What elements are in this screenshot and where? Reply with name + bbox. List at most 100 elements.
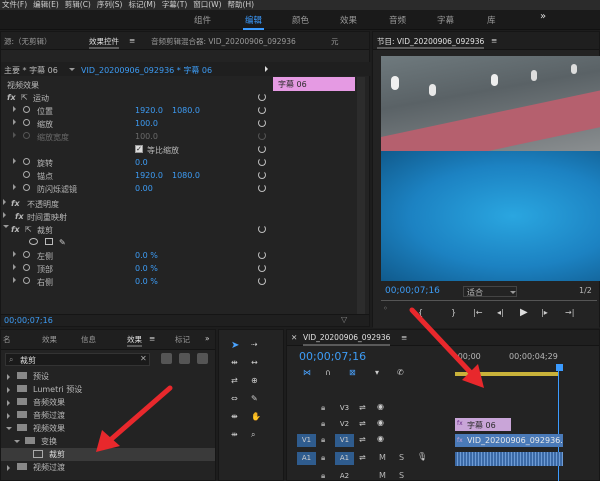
workspace-audio[interactable]: 音频: [389, 14, 406, 26]
zoom-tool-icon[interactable]: ⌕: [251, 430, 255, 440]
reset-icon[interactable]: [258, 158, 266, 166]
rotation-row[interactable]: 旋转 0.0: [1, 156, 271, 169]
add-marker-icon[interactable]: ⊠: [349, 368, 356, 377]
time-remap-row[interactable]: fx 时间重映射: [1, 210, 271, 223]
hand-tool-icon[interactable]: ✋: [251, 412, 261, 421]
workspace-more-icon[interactable]: »: [540, 11, 546, 22]
menu-edit[interactable]: 编辑(E): [33, 0, 59, 10]
tab-audio-mixer[interactable]: 音频剪辑混合器: VID_20200906_092936: [151, 36, 296, 47]
marker-icon[interactable]: ▾: [375, 368, 379, 377]
sequence-clip-label[interactable]: VID_20200906_092936 * 字幕 06: [81, 65, 212, 76]
stopwatch-icon[interactable]: [23, 171, 30, 178]
tab-info[interactable]: 信息: [81, 334, 96, 345]
stopwatch-icon[interactable]: [23, 277, 30, 284]
tab-markers[interactable]: 标记: [175, 334, 190, 345]
eye-icon[interactable]: ◉: [377, 402, 384, 411]
uniform-scale-checkbox[interactable]: ✓: [135, 145, 143, 153]
razor-tool-icon[interactable]: ⊕: [251, 376, 258, 385]
selection-tool-icon[interactable]: ➤: [231, 340, 239, 351]
mute-button[interactable]: M: [379, 453, 386, 462]
effects-scrollbar[interactable]: [357, 77, 365, 317]
filter-icon[interactable]: ▽: [341, 315, 347, 324]
reset-icon[interactable]: [258, 277, 266, 285]
tab-effect-controls[interactable]: 效果控件: [89, 36, 119, 49]
tree-item-audio-transitions[interactable]: 音频过渡: [1, 409, 215, 422]
effects-search-input[interactable]: ⌕ 裁剪 ✕: [5, 353, 150, 366]
slip-tool-icon[interactable]: ⇔: [231, 394, 238, 403]
timeline-menu-icon[interactable]: ≡: [401, 333, 407, 342]
position-row[interactable]: 位置 1920.0 1080.0: [1, 104, 271, 117]
tree-item-presets[interactable]: 预设: [1, 370, 215, 383]
reset-icon[interactable]: [258, 106, 266, 114]
crop-top-value[interactable]: 0.0 %: [135, 264, 158, 273]
pen-tool-icon[interactable]: ✎: [251, 394, 258, 403]
tree-item-audio-effects[interactable]: 音频效果: [1, 396, 215, 409]
crop-left-value[interactable]: 0.0 %: [135, 251, 158, 260]
32bit-effects-icon[interactable]: [179, 353, 190, 364]
scale-row[interactable]: 缩放 100.0: [1, 117, 271, 130]
crop-left-row[interactable]: 左侧 0.0 %: [1, 249, 271, 262]
audio-clip[interactable]: [455, 452, 563, 466]
menu-window[interactable]: 窗口(W): [193, 0, 221, 10]
solo-button[interactable]: S: [399, 453, 404, 462]
tree-item-lumetri[interactable]: Lumetri 预设: [1, 383, 215, 396]
scale-value[interactable]: 100.0: [135, 119, 158, 128]
track-select-tool-icon[interactable]: ⇢: [251, 340, 258, 349]
timeline-timecode[interactable]: 00;00;07;16: [299, 350, 366, 363]
motion-row[interactable]: fx ⇱ 运动: [1, 91, 271, 104]
anti-flicker-value[interactable]: 0.00: [135, 184, 153, 193]
menu-file[interactable]: 文件(F): [2, 0, 27, 10]
reset-icon[interactable]: [258, 145, 266, 153]
rotation-value[interactable]: 0.0: [135, 158, 148, 167]
go-to-out-icon[interactable]: →|: [565, 308, 574, 317]
video-clip[interactable]: fx VID_20200906_092936.m: [455, 434, 563, 447]
crop-right-value[interactable]: 0.0 %: [135, 277, 158, 286]
ripple-edit-tool-icon[interactable]: ⇹: [231, 358, 238, 367]
yuv-effects-icon[interactable]: [197, 353, 208, 364]
work-area-bar[interactable]: [455, 372, 559, 376]
program-menu-icon[interactable]: ≡: [491, 36, 497, 45]
anti-flicker-row[interactable]: 防闪烁滤镜 0.00: [1, 182, 271, 195]
master-clip-label[interactable]: 主要 * 字幕 06: [4, 65, 58, 76]
tree-item-video-transitions[interactable]: 视频过渡: [1, 461, 215, 474]
track-v2-label[interactable]: V2: [335, 418, 354, 431]
anchor-row[interactable]: 锚点 1920.0 1080.0: [1, 169, 271, 182]
sync-lock-icon[interactable]: ⇌: [359, 453, 366, 462]
reset-icon[interactable]: [258, 171, 266, 179]
go-to-in-icon[interactable]: |←: [473, 308, 482, 317]
reset-icon[interactable]: [258, 119, 266, 127]
source-patch-a1[interactable]: A1: [297, 452, 316, 465]
mini-timeline-clip[interactable]: 字幕 06: [273, 77, 355, 91]
snap-icon[interactable]: ⋈: [303, 368, 311, 377]
reset-icon[interactable]: [258, 184, 266, 192]
workspace-color[interactable]: 颜色: [292, 14, 309, 26]
rectangle-mask-icon[interactable]: [45, 238, 53, 245]
eye-icon[interactable]: ◉: [377, 434, 384, 443]
mark-out-icon[interactable]: }: [451, 308, 456, 317]
tab-menu-icon[interactable]: ≡: [129, 36, 135, 45]
timeline-close-icon[interactable]: ✕: [291, 333, 297, 342]
resolution-ratio[interactable]: 1/2: [579, 286, 592, 295]
mic-icon[interactable]: 🎙︎: [417, 452, 427, 461]
mark-in-icon[interactable]: {: [418, 308, 423, 317]
play-only-icon[interactable]: [265, 66, 268, 72]
effect-controls-timecode[interactable]: 00;00;07;16: [4, 316, 53, 325]
reset-icon[interactable]: [258, 264, 266, 272]
workspace-libraries[interactable]: 库: [487, 14, 496, 26]
crop-top-row[interactable]: 顶部 0.0 %: [1, 262, 271, 275]
track-v1-label[interactable]: V1: [335, 434, 354, 447]
reset-icon[interactable]: [258, 251, 266, 259]
step-forward-icon[interactable]: |▸: [541, 308, 548, 317]
tree-item-transform[interactable]: 变换: [1, 435, 215, 448]
playhead-handle[interactable]: [556, 364, 563, 371]
menu-markers[interactable]: 标记(M): [128, 0, 155, 10]
sync-lock-icon[interactable]: ⇌: [359, 403, 366, 412]
position-y[interactable]: 1080.0: [172, 106, 200, 115]
track-a2-label[interactable]: A2: [335, 470, 354, 481]
stopwatch-icon[interactable]: [23, 184, 30, 191]
track-a1-label[interactable]: A1: [335, 452, 354, 465]
sync-lock-icon[interactable]: ⇌: [359, 419, 366, 428]
reset-icon[interactable]: [258, 225, 266, 233]
title-clip[interactable]: fx 字幕 06: [455, 418, 511, 431]
step-back-icon[interactable]: ◂|: [497, 308, 504, 317]
